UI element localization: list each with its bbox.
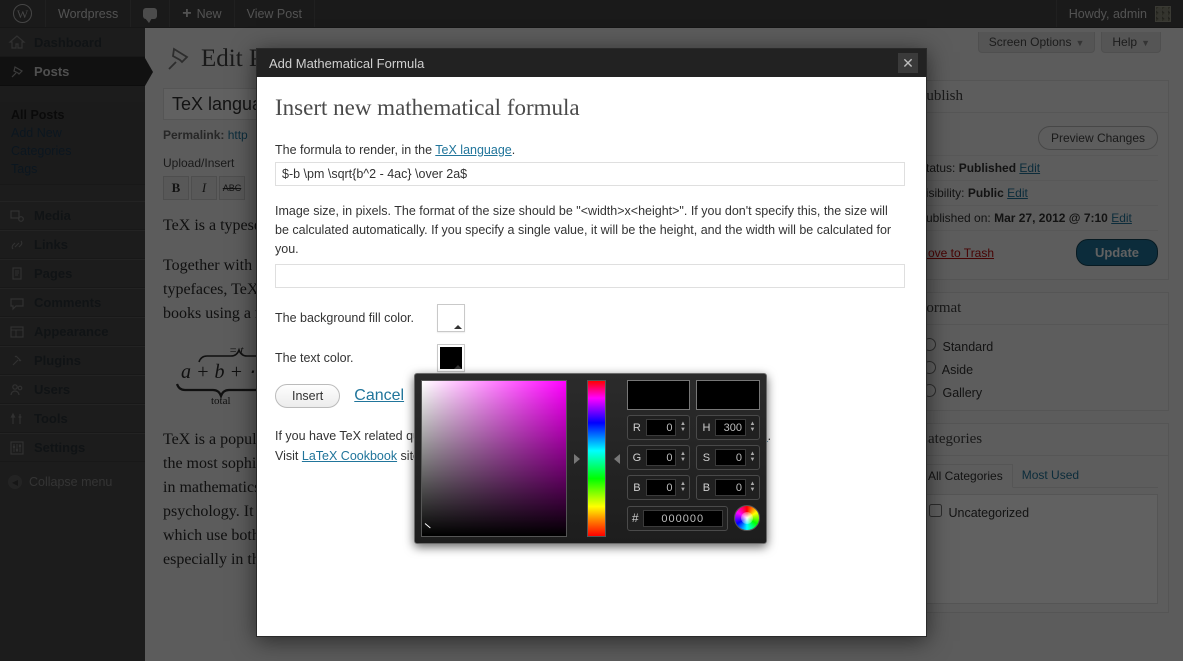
close-icon[interactable]: ✕ (898, 53, 918, 73)
green-field[interactable]: G 0 ▲ ▼ (626, 445, 691, 470)
numeric-fields: R 0 ▲ ▼ G 0 ▲ ▼ B 0 ▲ ▼ H 300 ▲ ▼ S 0 ▲ … (626, 415, 761, 500)
red-value[interactable]: 0 (645, 419, 677, 436)
dialog-heading: Insert new mathematical formula (275, 95, 580, 120)
brightness-label: B (702, 481, 711, 494)
footnote-text-1: If you have TeX related que (275, 429, 427, 444)
saturation-value[interactable]: 0 (715, 449, 747, 466)
text-color-fill (440, 347, 462, 370)
add-formula-dialog: Add Mathematical Formula ✕ Insert new ma… (256, 48, 927, 637)
color-wheel-icon[interactable] (734, 505, 761, 531)
blue-field[interactable]: B 0 ▲ ▼ (626, 475, 691, 500)
saturation-stepper[interactable]: ▲ ▼ (749, 451, 756, 463)
hex-value[interactable]: 000000 (642, 509, 724, 527)
background-color-fill (440, 307, 462, 330)
sv-cursor[interactable] (425, 523, 434, 532)
image-size-input[interactable] (275, 264, 905, 289)
saturation-field[interactable]: S 0 ▲ ▼ (696, 445, 761, 470)
insert-button[interactable]: Insert (275, 384, 341, 409)
formula-input[interactable] (275, 162, 905, 186)
footnote-text-2: Visit (275, 449, 302, 464)
hue-value[interactable]: 300 (715, 419, 747, 436)
hue-slider[interactable] (587, 380, 607, 537)
blue-label: B (633, 481, 641, 494)
swatch-row (626, 380, 761, 410)
screenshot-root: W Wordpress + New View Post Howdy, admin (0, 0, 1183, 661)
background-color-swatch[interactable] (437, 304, 465, 333)
hue-field[interactable]: H 300 ▲ ▼ (696, 415, 761, 440)
green-value[interactable]: 0 (645, 449, 677, 466)
text-color-swatch[interactable] (437, 344, 465, 373)
formula-label-post: . (511, 143, 516, 157)
green-label: G (632, 451, 642, 464)
text-color-label: The text color. (275, 351, 354, 366)
current-color-swatch[interactable] (696, 380, 761, 410)
saturation-label: S (702, 451, 711, 464)
color-picker: R 0 ▲ ▼ G 0 ▲ ▼ B 0 ▲ ▼ H 300 ▲ ▼ S 0 ▲ … (414, 373, 767, 544)
hsb-column: H 300 ▲ ▼ S 0 ▲ ▼ B 0 ▲ ▼ (696, 415, 761, 500)
dialog-title: Add Mathematical Formula (269, 55, 425, 71)
dialog-body: Insert new mathematical formula The form… (257, 77, 926, 638)
latex-cookbook-link[interactable]: LaTeX Cookbook (302, 449, 397, 463)
brightness-stepper[interactable]: ▲ ▼ (749, 481, 756, 493)
color-fields: R 0 ▲ ▼ G 0 ▲ ▼ B 0 ▲ ▼ H 300 ▲ ▼ S 0 ▲ … (626, 380, 761, 537)
hash-icon: # (631, 511, 639, 525)
hue-marker-right (612, 380, 621, 537)
footnote-period: . (767, 429, 772, 444)
dialog-titlebar: Add Mathematical Formula ✕ (257, 49, 926, 77)
brightness-field[interactable]: B 0 ▲ ▼ (696, 475, 761, 500)
red-field[interactable]: R 0 ▲ ▼ (626, 415, 691, 440)
brightness-value[interactable]: 0 (715, 479, 747, 496)
formula-label-pre: The formula to render, in the (275, 143, 436, 157)
hex-field[interactable]: # 000000 (626, 505, 729, 531)
hue-stepper[interactable]: ▲ ▼ (749, 421, 756, 433)
blue-stepper[interactable]: ▲ ▼ (679, 481, 686, 493)
new-color-swatch[interactable] (626, 380, 691, 410)
tex-language-link[interactable]: TeX language (435, 143, 511, 157)
saturation-value-area[interactable] (421, 380, 567, 537)
blue-value[interactable]: 0 (645, 479, 677, 496)
hue-marker-left (573, 380, 582, 537)
green-stepper[interactable]: ▲ ▼ (679, 451, 686, 463)
red-stepper[interactable]: ▲ ▼ (679, 421, 686, 433)
red-label: R (632, 421, 641, 434)
formula-field-label: The formula to render, in the TeX langua… (275, 143, 908, 157)
image-size-description: Image size, in pixels. The format of the… (275, 204, 892, 256)
hue-label: H (702, 421, 711, 434)
rgb-column: R 0 ▲ ▼ G 0 ▲ ▼ B 0 ▲ ▼ (626, 415, 691, 500)
cancel-link[interactable]: Cancel (354, 387, 404, 405)
hex-row: # 000000 (626, 505, 761, 531)
background-color-row: The background fill color. (275, 304, 908, 333)
text-color-row: The text color. (275, 344, 908, 373)
background-color-label: The background fill color. (275, 311, 414, 326)
